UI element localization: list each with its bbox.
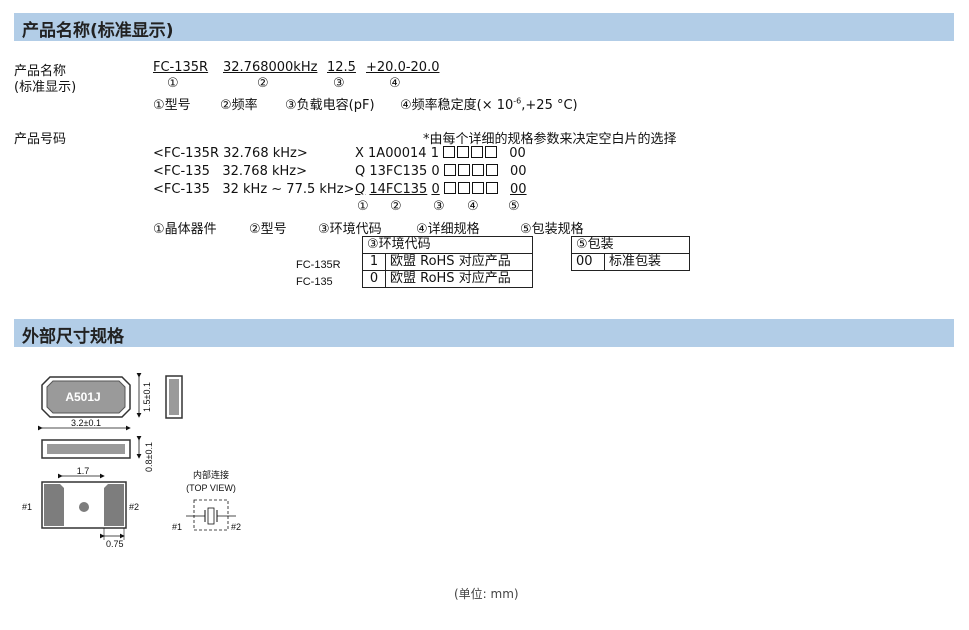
dim-thickness: 0.8±0.1 bbox=[144, 442, 154, 472]
product-code-label: 产品号码 bbox=[14, 132, 67, 147]
internal-pin-2: #2 bbox=[231, 522, 241, 532]
marker-3: ③ bbox=[333, 76, 345, 91]
part-load-cap: 12.5 bbox=[327, 60, 356, 75]
marker-1: ① bbox=[167, 76, 179, 91]
code-row-value: X 1A00014 1 00 bbox=[355, 146, 526, 161]
env-code: 1 bbox=[362, 253, 386, 271]
dim-width: 3.2±0.1 bbox=[71, 418, 101, 428]
env-code-table: ③环境代码 1 欧盟 RoHS 对应产品 0 欧盟 RoHS 对应产品 bbox=[362, 236, 533, 288]
part-stability: +20.0-20.0 bbox=[366, 60, 440, 75]
section-title: 产品名称(标准显示) bbox=[22, 21, 174, 41]
env-code: 0 bbox=[362, 270, 386, 288]
marker-2: ② bbox=[257, 76, 269, 91]
env-desc: 欧盟 RoHS 对应产品 bbox=[385, 253, 533, 271]
pin-1-label: #1 bbox=[22, 502, 32, 512]
dimension-drawing: A501J 1.5±0.1 3.2±0.1 0.8±0.1 1.7 #1 #2 … bbox=[22, 373, 241, 549]
env-table-header: ③环境代码 bbox=[362, 236, 533, 254]
code-row-left: <FC-135 32 kHz ~ 77.5 kHz> bbox=[153, 182, 355, 197]
package-side-view bbox=[165, 375, 183, 419]
part-model: FC-135R bbox=[153, 60, 209, 75]
legend-frequency: ②频率 bbox=[220, 98, 258, 113]
marker-4: ④ bbox=[389, 76, 401, 91]
code-row-left: <FC-135R 32.768 kHz> bbox=[153, 146, 308, 161]
env-label-fc135: FC-135 bbox=[296, 276, 333, 288]
env-label-fc135r: FC-135R bbox=[296, 259, 341, 271]
legend-load-cap: ③负载电容(pF) bbox=[285, 98, 375, 113]
pack-code: 00 bbox=[571, 253, 605, 271]
section-header-dimensions: 外部尺寸规格 bbox=[14, 319, 954, 347]
internal-pin-1: #1 bbox=[172, 522, 182, 532]
pack-table-header: ⑤包装 bbox=[571, 236, 690, 254]
code-row-value: Q 13FC135 0 00 bbox=[355, 164, 527, 179]
code-marker-2: ② bbox=[390, 199, 402, 214]
legend-stability: ④频率稳定度(× 10-6,+25 °C) bbox=[400, 96, 578, 113]
internal-connection-label: 内部连接 bbox=[193, 469, 229, 481]
package-bottom-view bbox=[41, 481, 127, 529]
env-desc: 欧盟 RoHS 对应产品 bbox=[385, 270, 533, 288]
section-title: 外部尺寸规格 bbox=[22, 327, 124, 347]
code-note: *由每个详细的规格参数来决定空白片的选择 bbox=[423, 132, 677, 147]
code-marker-5: ⑤ bbox=[508, 199, 520, 214]
pin-2-label: #2 bbox=[129, 502, 139, 512]
unit-label: (单位: mm) bbox=[454, 587, 519, 601]
package-top-view: A501J bbox=[41, 376, 131, 418]
code-legend-spec: ④详细规格 bbox=[416, 222, 480, 237]
package-front-view bbox=[41, 439, 131, 459]
internal-connection-diagram bbox=[186, 499, 236, 531]
dim-pad: 0.75 bbox=[106, 539, 124, 549]
code-marker-3: ③ bbox=[433, 199, 445, 214]
code-legend-env: ③环境代码 bbox=[318, 222, 382, 237]
dim-pitch: 1.7 bbox=[77, 466, 90, 476]
code-marker-1: ① bbox=[357, 199, 369, 214]
code-row-left: <FC-135 32.768 kHz> bbox=[153, 164, 307, 179]
product-name-label-sub: (标准显示) bbox=[14, 80, 77, 95]
legend-model: ①型号 bbox=[153, 98, 191, 113]
section-header-product-name: 产品名称(标准显示) bbox=[14, 13, 954, 41]
code-legend-model: ②型号 bbox=[249, 222, 287, 237]
code-marker-4: ④ bbox=[467, 199, 479, 214]
package-marking: A501J bbox=[65, 390, 100, 404]
pack-code-table: ⑤包装 00 标准包装 bbox=[571, 236, 690, 271]
top-view-label: (TOP VIEW) bbox=[186, 483, 236, 493]
dim-height: 1.5±0.1 bbox=[142, 382, 152, 412]
code-row-value: Q 14FC135 0 00 bbox=[355, 182, 527, 197]
code-legend-crystal: ①晶体器件 bbox=[153, 222, 217, 237]
code-legend-pack: ⑤包装规格 bbox=[520, 222, 584, 237]
pack-desc: 标准包装 bbox=[604, 253, 690, 271]
part-frequency: 32.768000kHz bbox=[223, 60, 318, 75]
